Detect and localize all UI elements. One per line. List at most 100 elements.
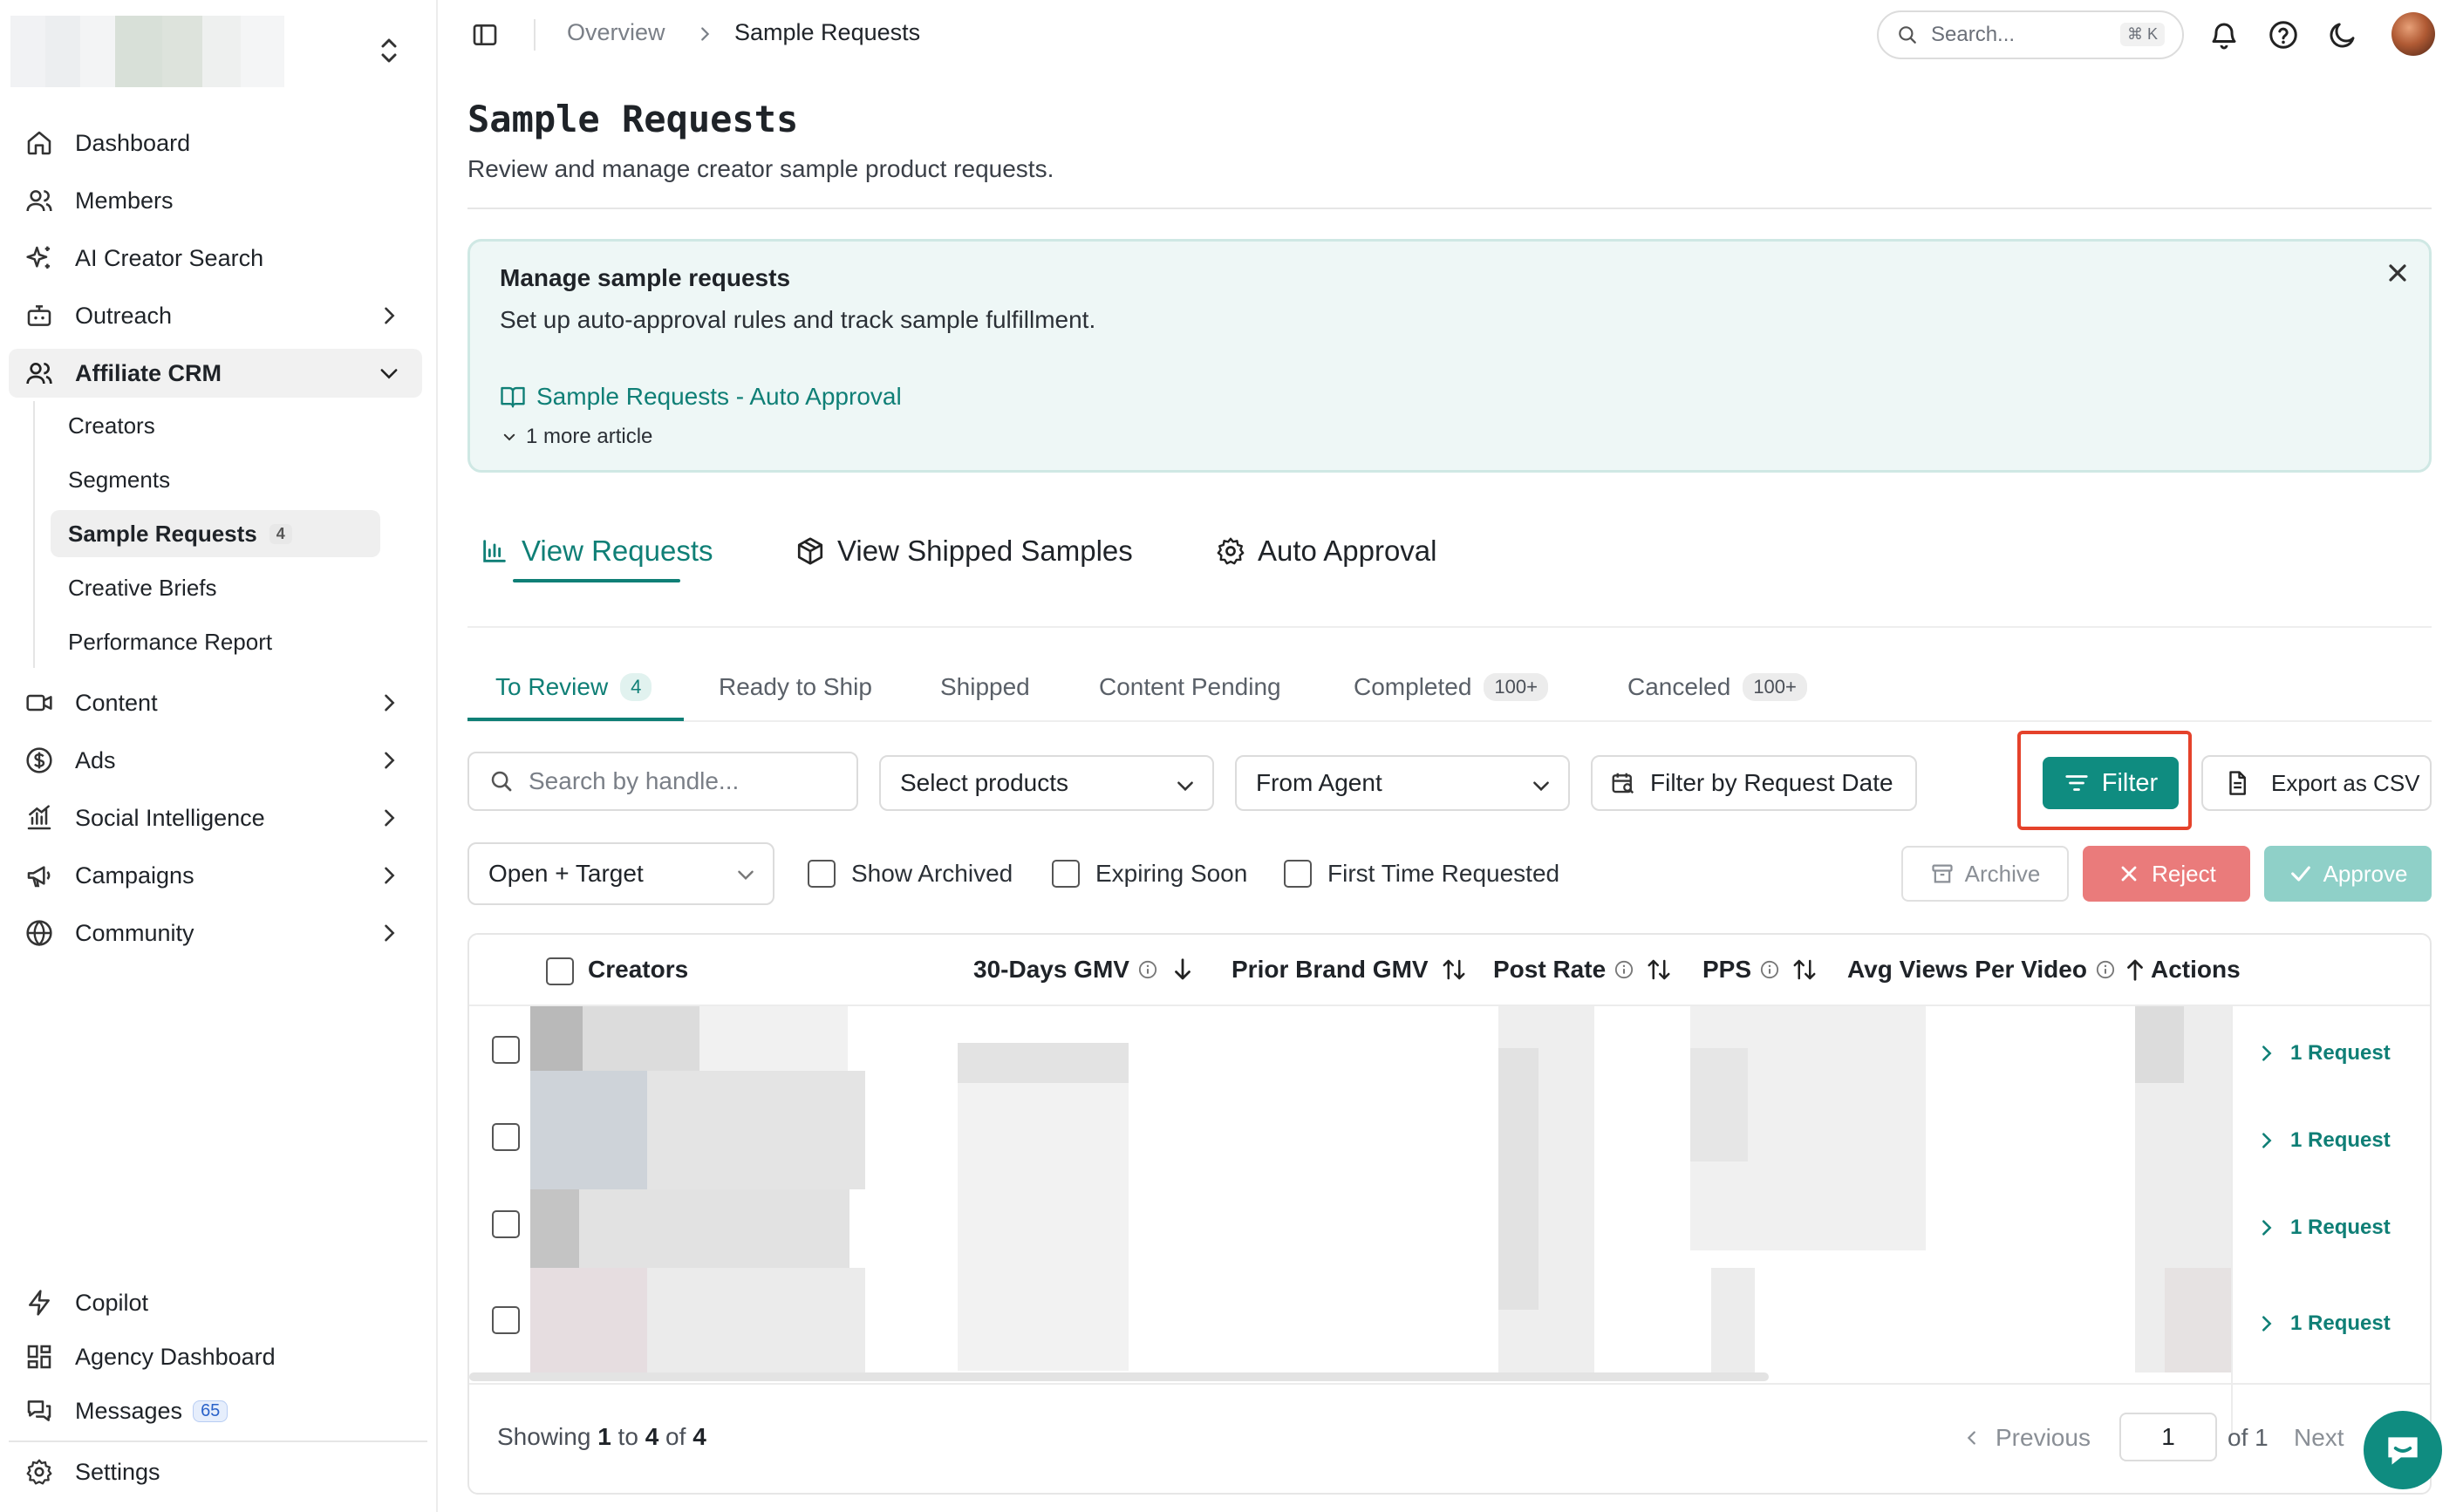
sidebar-item-outreach[interactable]: Outreach bbox=[9, 291, 422, 340]
sidebar-subitem-creators[interactable]: Creators bbox=[51, 402, 380, 449]
expiring-soon-checkbox[interactable]: Expiring Soon bbox=[1052, 856, 1247, 891]
product-select[interactable]: Select products bbox=[879, 755, 1214, 811]
sidebar-subitem-segments[interactable]: Segments bbox=[51, 456, 380, 503]
sort-asc-icon[interactable] bbox=[2122, 957, 2148, 983]
dark-mode-icon[interactable] bbox=[2327, 19, 2358, 51]
tab-auto-approval[interactable]: Auto Approval bbox=[1216, 527, 1436, 576]
active-status-tab-indicator bbox=[467, 718, 684, 721]
checkbox[interactable] bbox=[808, 860, 836, 888]
sidebar-item-settings[interactable]: Settings bbox=[9, 1447, 422, 1496]
tab-label: Ready to Ship bbox=[719, 673, 872, 700]
column-header-post-rate[interactable]: Post Rate bbox=[1493, 956, 1672, 984]
export-csv-button[interactable]: Export as CSV bbox=[2201, 755, 2432, 811]
row-request-link[interactable]: 1 Request bbox=[2257, 1306, 2391, 1341]
shortcut-hint: ⌘ K bbox=[2119, 23, 2165, 46]
tab-view-shipped-samples[interactable]: View Shipped Samples bbox=[795, 527, 1133, 576]
global-search[interactable]: Search... ⌘ K bbox=[1877, 10, 2184, 59]
sidebar-item-label: Social Intelligence bbox=[75, 804, 265, 831]
approve-button[interactable]: Approve bbox=[2264, 846, 2432, 902]
workspace-logo[interactable] bbox=[10, 16, 284, 87]
chevron-left-icon bbox=[1962, 1428, 1982, 1447]
info-banner: Manage sample requests Set up auto-appro… bbox=[467, 239, 2432, 473]
search-icon bbox=[488, 768, 515, 794]
request-date-filter[interactable]: Filter by Request Date bbox=[1591, 755, 1917, 811]
archive-button[interactable]: Archive bbox=[1901, 846, 2069, 902]
show-archived-label: Show Archived bbox=[851, 860, 1013, 887]
row-checkbox[interactable] bbox=[492, 1123, 520, 1151]
chevron-right-icon bbox=[2257, 1131, 2276, 1150]
sidebar-item-community[interactable]: Community bbox=[9, 909, 422, 957]
status-select[interactable]: Open + Target bbox=[467, 842, 774, 905]
info-icon[interactable] bbox=[2096, 960, 2115, 979]
sidebar-subitem-creative-briefs[interactable]: Creative Briefs bbox=[51, 564, 380, 611]
sort-icon[interactable] bbox=[1441, 957, 1467, 983]
row-request-link[interactable]: 1 Request bbox=[2257, 1123, 2391, 1158]
sidebar-item-messages[interactable]: Messages 65 bbox=[9, 1386, 422, 1435]
chat-icon bbox=[2381, 1428, 2425, 1472]
tab-ready-to-ship[interactable]: Ready to Ship bbox=[719, 668, 872, 706]
sort-desc-icon[interactable] bbox=[1170, 957, 1196, 983]
show-archived-checkbox[interactable]: Show Archived bbox=[808, 856, 1013, 891]
tab-view-requests[interactable]: View Requests bbox=[480, 527, 713, 576]
tab-canceled[interactable]: Canceled 100+ bbox=[1627, 668, 1807, 706]
sidebar-item-campaigns[interactable]: Campaigns bbox=[9, 851, 422, 900]
help-icon[interactable] bbox=[2268, 19, 2299, 51]
tab-shipped[interactable]: Shipped bbox=[940, 668, 1030, 706]
bell-icon[interactable] bbox=[2208, 19, 2240, 51]
support-chat-button[interactable] bbox=[2364, 1411, 2442, 1489]
row-checkbox[interactable] bbox=[492, 1306, 520, 1334]
sidebar-item-agency-dashboard[interactable]: Agency Dashboard bbox=[9, 1332, 422, 1381]
column-header-prior-brand-gmv[interactable]: Prior Brand GMV bbox=[1232, 956, 1467, 984]
checkbox[interactable] bbox=[1284, 860, 1312, 888]
breadcrumb-overview[interactable]: Overview bbox=[567, 19, 665, 46]
close-icon[interactable] bbox=[2384, 259, 2412, 287]
handle-search-input[interactable]: Search by handle... bbox=[467, 752, 858, 811]
sidebar-item-ai-creator-search[interactable]: AI Creator Search bbox=[9, 234, 422, 283]
tab-completed[interactable]: Completed 100+ bbox=[1354, 668, 1548, 706]
row-checkbox[interactable] bbox=[492, 1036, 520, 1064]
checkbox[interactable] bbox=[1052, 860, 1080, 888]
agent-select[interactable]: From Agent bbox=[1235, 755, 1570, 811]
column-header-pps[interactable]: PPS bbox=[1702, 956, 1818, 984]
row-request-link[interactable]: 1 Request bbox=[2257, 1210, 2391, 1245]
sidebar-subitem-sample-requests[interactable]: Sample Requests 4 bbox=[51, 510, 380, 557]
previous-page-button[interactable]: Previous bbox=[1962, 1416, 2091, 1460]
avatar[interactable] bbox=[2391, 12, 2435, 56]
tab-label: Auto Approval bbox=[1258, 535, 1437, 567]
next-page-button[interactable]: Next bbox=[2294, 1416, 2344, 1460]
sidebar-item-social-intelligence[interactable]: Social Intelligence bbox=[9, 793, 422, 842]
row-request-label: 1 Request bbox=[2290, 1041, 2391, 1065]
column-header-avg-views[interactable]: Avg Views Per Video bbox=[1847, 956, 2148, 984]
select-all-checkbox[interactable] bbox=[546, 957, 574, 985]
sidebar-item-affiliate-crm[interactable]: Affiliate CRM bbox=[9, 349, 422, 398]
tab-label: To Review bbox=[495, 673, 609, 700]
workspace-switch-icon[interactable] bbox=[377, 35, 401, 66]
first-time-checkbox[interactable]: First Time Requested bbox=[1284, 856, 1559, 891]
sidebar-subitem-performance-report[interactable]: Performance Report bbox=[51, 618, 380, 665]
reject-button[interactable]: Reject bbox=[2083, 846, 2250, 902]
sidebar-item-dashboard[interactable]: Dashboard bbox=[9, 119, 422, 167]
page-number-input[interactable]: 1 bbox=[2119, 1413, 2217, 1461]
row-request-link[interactable]: 1 Request bbox=[2257, 1036, 2391, 1071]
info-icon[interactable] bbox=[1614, 960, 1634, 979]
column-header-30-days-gmv[interactable]: 30-Days GMV bbox=[973, 956, 1196, 984]
info-icon[interactable] bbox=[1760, 960, 1779, 979]
info-icon[interactable] bbox=[1138, 960, 1157, 979]
help-article-link[interactable]: Sample Requests - Auto Approval bbox=[500, 383, 902, 411]
chevron-right-icon bbox=[2257, 1044, 2276, 1063]
sidebar-toggle-icon[interactable] bbox=[471, 21, 499, 49]
filter-button[interactable]: Filter bbox=[2043, 757, 2179, 809]
sidebar-item-members[interactable]: Members bbox=[9, 176, 422, 225]
package-icon bbox=[795, 536, 825, 566]
sort-icon[interactable] bbox=[1791, 957, 1818, 983]
more-articles-toggle[interactable]: 1 more article bbox=[501, 425, 652, 449]
sort-icon[interactable] bbox=[1646, 957, 1672, 983]
sidebar-item-ads[interactable]: Ads bbox=[9, 736, 422, 785]
tab-content-pending[interactable]: Content Pending bbox=[1099, 668, 1281, 706]
sidebar-item-content[interactable]: Content bbox=[9, 678, 422, 727]
sidebar-item-copilot[interactable]: Copilot bbox=[9, 1278, 422, 1327]
tab-to-review[interactable]: To Review 4 bbox=[495, 668, 652, 706]
home-icon bbox=[24, 128, 54, 158]
horizontal-scrollbar[interactable] bbox=[469, 1372, 1769, 1381]
row-checkbox[interactable] bbox=[492, 1210, 520, 1238]
